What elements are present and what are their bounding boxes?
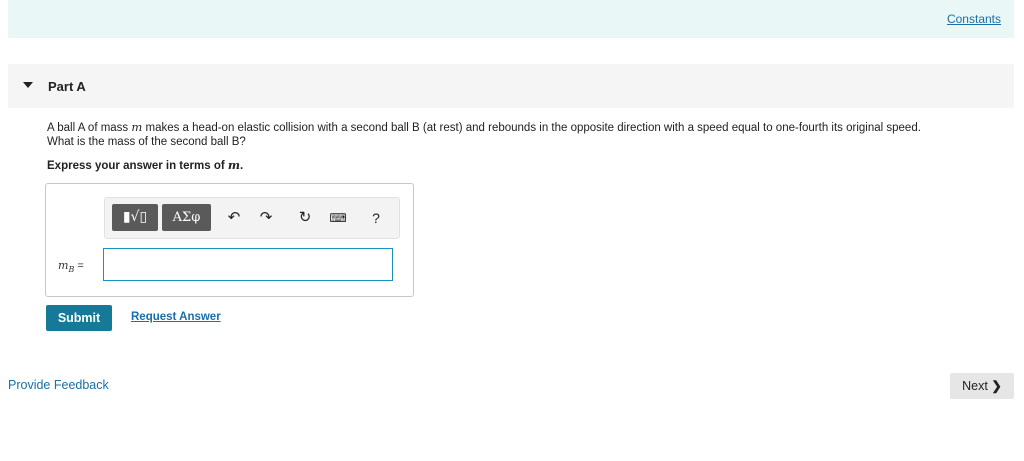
question-text-2: makes a head-on elastic collision with a… <box>142 122 921 134</box>
answer-input[interactable] <box>103 248 393 281</box>
top-banner: Constants <box>8 0 1014 38</box>
question-text-3: What is the mass of the second ball B? <box>47 136 246 148</box>
question-text-1: A ball A of mass <box>47 122 132 134</box>
instruction-prefix: Express your answer in terms of <box>47 160 228 172</box>
templates-button[interactable]: ▮√▯ <box>112 204 158 231</box>
answer-instruction: Express your answer in terms of m. <box>47 158 243 172</box>
var-equals: = <box>74 260 84 272</box>
math-toolbar: ▮√▯ ΑΣφ ↶ ↷ ↻ ⌨ ? <box>104 197 400 239</box>
next-button[interactable]: Next ❯ <box>950 373 1014 399</box>
greek-symbols-button[interactable]: ΑΣφ <box>162 204 211 231</box>
collapse-caret-icon[interactable] <box>23 82 33 88</box>
var-main: m <box>58 259 69 272</box>
help-icon[interactable]: ? <box>365 207 387 229</box>
submit-button[interactable]: Submit <box>46 305 112 331</box>
undo-icon[interactable]: ↶ <box>223 207 245 229</box>
chevron-right-icon: ❯ <box>991 379 1002 393</box>
question-text: A ball A of mass m makes a head-on elast… <box>47 120 1007 149</box>
next-label: Next <box>962 379 988 393</box>
part-header[interactable]: Part A <box>8 64 1014 108</box>
instruction-var: m <box>227 158 241 172</box>
answer-variable-label: mB = <box>58 259 84 274</box>
constants-link[interactable]: Constants <box>947 12 1001 26</box>
part-title: Part A <box>48 79 86 94</box>
request-answer-link[interactable]: Request Answer <box>131 311 221 323</box>
instruction-suffix: . <box>240 160 244 172</box>
reset-icon[interactable]: ↻ <box>294 207 316 229</box>
provide-feedback-link[interactable]: Provide Feedback <box>8 378 109 392</box>
question-var: m <box>131 120 143 134</box>
redo-icon[interactable]: ↷ <box>255 207 277 229</box>
keyboard-icon[interactable]: ⌨ <box>327 207 349 229</box>
answer-box: ▮√▯ ΑΣφ ↶ ↷ ↻ ⌨ ? mB = <box>45 183 414 297</box>
